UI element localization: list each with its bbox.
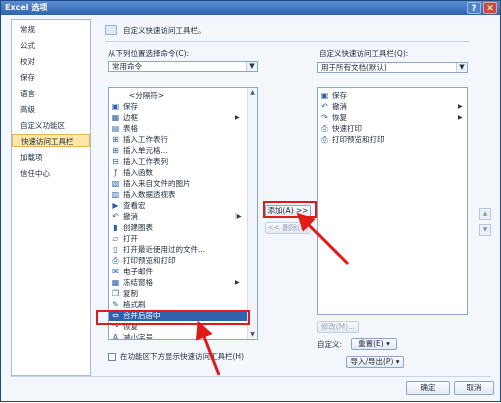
- annotation-arrows: [195, 212, 350, 376]
- arrow-to-add-button: [296, 212, 350, 266]
- arrow-to-merge-center: [195, 320, 221, 376]
- excel-options-dialog: Excel 选项 ? ✕ 常规 公式 校对 保存 语言 高级 自定义功能区 快速…: [0, 0, 501, 402]
